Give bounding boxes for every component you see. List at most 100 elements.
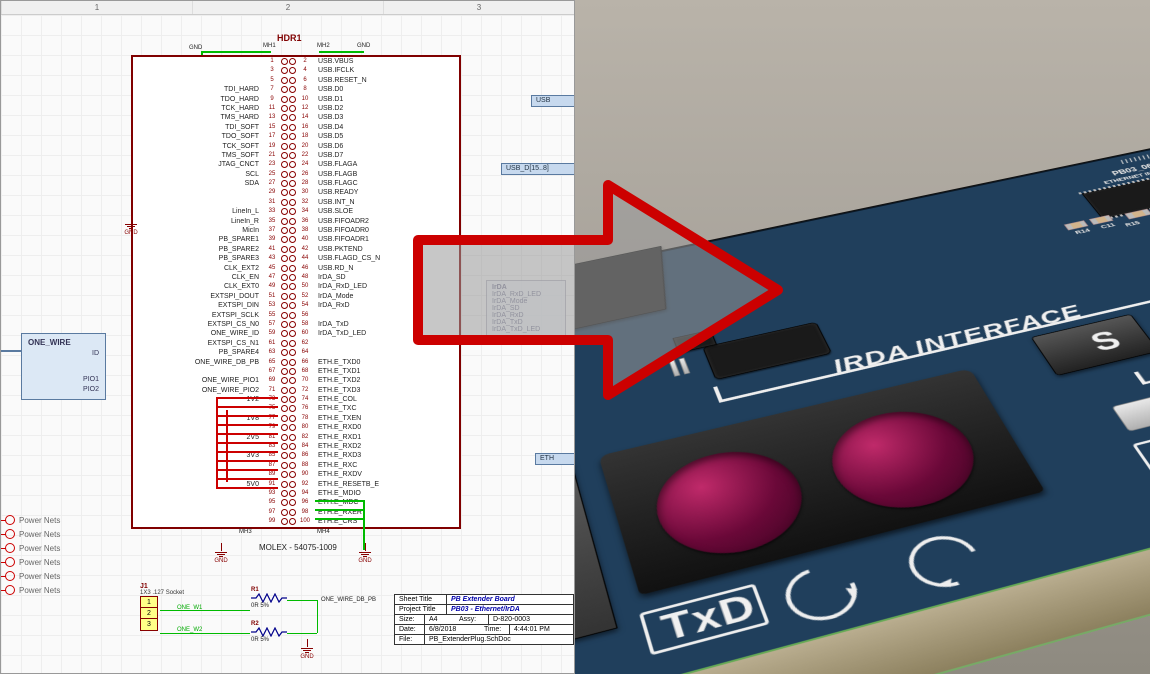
pin-signal-left: TCK_SOFT <box>133 142 263 151</box>
pin-number-right: 62 <box>296 339 314 348</box>
pin-number-left: 97 <box>263 508 281 517</box>
pin-number-right: 16 <box>296 123 314 132</box>
pin-circle-icon <box>281 424 288 431</box>
pin-circle-icon <box>281 265 288 272</box>
power-net-item[interactable]: Power Nets <box>5 555 60 569</box>
pin-circle-icon <box>289 490 296 497</box>
pin-circle-icon <box>281 443 288 450</box>
pin-number-left: 15 <box>263 123 281 132</box>
pin-signal-right: ETH.E_MDIO <box>314 489 452 498</box>
power-net-item[interactable]: Power Nets <box>5 541 60 555</box>
power-net-item[interactable]: Power Nets <box>5 527 60 541</box>
pin-row: 5V09192ETH.E_RESETB_E <box>133 480 459 489</box>
pin-circle-icon <box>289 415 296 422</box>
pin-number-right: 26 <box>296 170 314 179</box>
pin-number-right: 20 <box>296 142 314 151</box>
pin-number-right: 4 <box>296 66 314 75</box>
gnd-symbol: GND <box>297 639 317 660</box>
tb-file-value: PB_ExtenderPlug.SchDoc <box>425 635 573 644</box>
pin-circle-icon <box>289 180 296 187</box>
power-net-item[interactable]: Power Nets <box>5 513 60 527</box>
pin-number-left: 17 <box>263 132 281 141</box>
pin-circle-icon <box>289 321 296 328</box>
sheet-symbol-one-wire[interactable]: ONE_WIRE ID PIO1 PIO2 <box>21 333 106 400</box>
pin-number-right: 30 <box>296 188 314 197</box>
pin-number-left: 51 <box>263 292 281 301</box>
resistor-r2[interactable]: R2 0R 5% <box>251 621 287 643</box>
pin-signal-left: CLK_EXT0 <box>133 282 263 291</box>
footprint-label: MOLEX - 54075-1009 <box>259 543 337 552</box>
pin-row: TDI_SOFT1516USB.D4 <box>133 123 459 132</box>
ir-led-lens <box>643 439 819 569</box>
gnd-symbol: GND <box>121 215 141 236</box>
pin-signal-left: EXTSPI_DIN <box>133 301 263 310</box>
pin-circle-icon <box>289 518 296 525</box>
pin-number-right: 36 <box>296 217 314 226</box>
resistor-icon <box>251 627 287 637</box>
connector-ref: J1 <box>140 583 184 590</box>
pin-number-right: 8 <box>296 85 314 94</box>
bus-tag-usb[interactable]: USB <box>531 95 575 107</box>
pin-signal-right: USB.RESET_N <box>314 76 452 85</box>
pin-circle-icon <box>289 67 296 74</box>
pin-circle-icon <box>289 359 296 366</box>
pin-circle-icon <box>289 471 296 478</box>
pin-row: 34USB.IFCLK <box>133 66 459 75</box>
pin-row: TMS_HARD1314USB.D3 <box>133 113 459 122</box>
pin-circle-icon <box>281 330 288 337</box>
mount-hole-label: MH3 <box>239 529 252 535</box>
pin-number-left: 31 <box>263 198 281 207</box>
pin-circle-icon <box>281 359 288 366</box>
pin-signal-left: PB_SPARE3 <box>133 254 263 263</box>
pin-circle-icon <box>281 180 288 187</box>
pin-signal-left: TDI_SOFT <box>133 123 263 132</box>
pin-circle-icon <box>281 208 288 215</box>
pin-circle-icon <box>289 208 296 215</box>
pin-circle-icon <box>289 189 296 196</box>
resistor-r1[interactable]: R1 0R 5% <box>251 587 287 609</box>
pin-number-right: 2 <box>296 57 314 66</box>
pin-number-right: 74 <box>296 395 314 404</box>
pin-number-right: 72 <box>296 386 314 395</box>
pin-circle-icon <box>289 96 296 103</box>
pin-signal-right: ETH.E_RXD3 <box>314 451 452 460</box>
pin-circle-icon <box>289 330 296 337</box>
pin-number-left: 11 <box>263 104 281 113</box>
pin-row: TCK_SOFT1920USB.D6 <box>133 142 459 151</box>
pin-signal-left: ONE_WIRE_PIO1 <box>133 376 263 385</box>
bus-tag-eth[interactable]: ETH <box>535 453 575 465</box>
pin-circle-icon <box>281 143 288 150</box>
pin-number-right: 86 <box>296 451 314 460</box>
pin-circle-icon <box>281 105 288 112</box>
pin-signal-left <box>133 188 263 197</box>
tb-sheet-value: PB Extender Board <box>447 595 573 604</box>
power-net-item[interactable]: Power Nets <box>5 583 60 597</box>
pin-circle-icon <box>289 340 296 347</box>
connector-desc: 1X3 .127 Socket <box>140 590 184 596</box>
pin-signal-left: SCL <box>133 170 263 179</box>
pin-circle-icon <box>281 77 288 84</box>
pin-number-left: 5 <box>263 76 281 85</box>
pin-circle-icon <box>281 321 288 328</box>
resistor-value: 0R 5% <box>251 637 287 643</box>
pin-signal-right: USB.D6 <box>314 142 452 151</box>
pin-number-right: 42 <box>296 245 314 254</box>
pin-signal-left: EXTSPI_DOUT <box>133 292 263 301</box>
power-net-item[interactable]: Power Nets <box>5 569 60 583</box>
pin-number-right: 88 <box>296 461 314 470</box>
pin-circle-icon <box>281 387 288 394</box>
pin-signal-left: ONE_WIRE_DB_PB <box>133 358 263 367</box>
pin-number-right: 60 <box>296 329 314 338</box>
pin-number-right: 96 <box>296 498 314 507</box>
pin-signal-left: TDO_SOFT <box>133 132 263 141</box>
pin-number-right: 44 <box>296 254 314 263</box>
pin-circle-icon <box>281 434 288 441</box>
pin-number-right: 14 <box>296 113 314 122</box>
pin-number-left: 57 <box>263 320 281 329</box>
pin-circle-icon <box>289 509 296 516</box>
pin-number-left: 41 <box>263 245 281 254</box>
pin-number-left: 49 <box>263 282 281 291</box>
pin-circle-icon <box>281 86 288 93</box>
pin-row: 99100ETH.E_CRS <box>133 517 459 526</box>
pin-number-left: 95 <box>263 498 281 507</box>
